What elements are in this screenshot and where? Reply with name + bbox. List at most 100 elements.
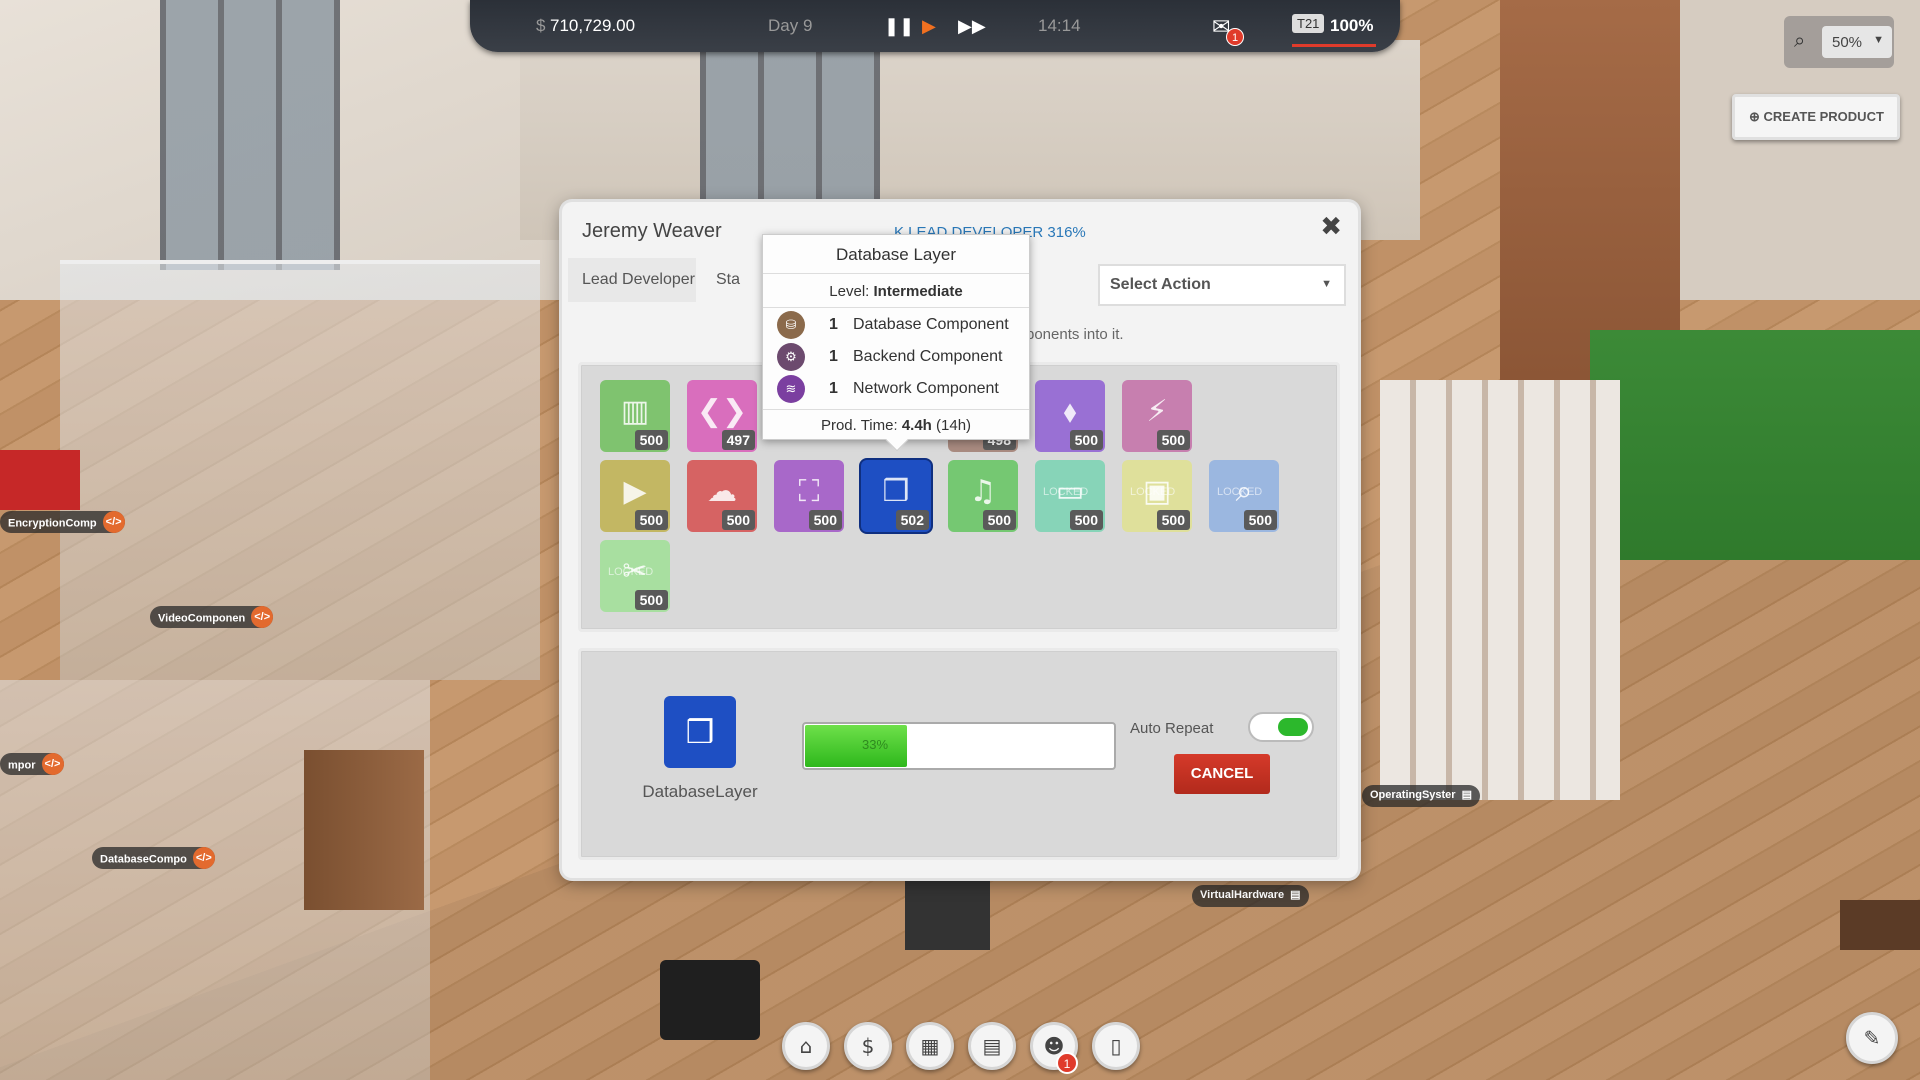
glass-partition-left: [60, 260, 540, 680]
component-tile[interactable]: ⚡︎ 500: [1122, 380, 1192, 452]
tile-count: 500: [1243, 510, 1277, 530]
progress-bar: 33%: [802, 722, 1116, 770]
tile-count: 500: [1156, 510, 1190, 530]
cancel-button[interactable]: CANCEL: [1174, 754, 1270, 794]
building-button[interactable]: ▯: [1092, 1022, 1140, 1070]
window-left: [160, 0, 340, 270]
zoom-select[interactable]: 50% ▼: [1822, 26, 1892, 58]
close-button[interactable]: ✖: [1320, 212, 1342, 242]
top-hud: $ 710,729.00 Day 9 ❚❚ ▶ ▶▶ 14:14 ✉ 1 T21…: [470, 0, 1400, 52]
auto-repeat-toggle[interactable]: [1248, 712, 1314, 742]
prod-value: 4.4h: [901, 417, 932, 434]
zoom-value: 50%: [1832, 34, 1863, 51]
layout-icon: ▥: [620, 394, 650, 429]
tile-count: 500: [982, 510, 1016, 530]
component-tile[interactable]: ☁ 500: [687, 460, 757, 532]
component-tile[interactable]: ❮❯ 497: [687, 380, 757, 452]
tab-stats[interactable]: Sta: [696, 258, 766, 302]
gears-icon: ⚙: [777, 343, 805, 371]
code-icon: </>: [41, 753, 64, 775]
select-action-label: Select Action: [1110, 276, 1211, 293]
component-tile[interactable]: ⬧ 500: [1035, 380, 1105, 452]
component-tile[interactable]: ❒ 502: [861, 460, 931, 532]
black-armchair: [660, 960, 760, 1040]
component-tile[interactable]: ▶ 500: [600, 460, 670, 532]
tile-count: 502: [895, 510, 929, 530]
component-tooltip: Database Layer Level: Intermediate ⛁ 1 D…: [762, 234, 1030, 452]
tab-label: Lead Developer: [582, 271, 695, 288]
tile-count: 500: [1156, 430, 1190, 450]
component-tile[interactable]: ⌕ LOCKED 500: [1209, 460, 1279, 532]
building-icon: ▯: [1110, 1034, 1122, 1058]
money-value: 710,729.00: [550, 16, 636, 35]
money-icon: $: [861, 1034, 875, 1058]
component-tile[interactable]: ▭ LOCKED 500: [1035, 460, 1105, 532]
grid-button[interactable]: ▦: [906, 1022, 954, 1070]
time-label: 14:14: [1038, 16, 1081, 35]
world-tag-database: DatabaseCompo </>: [92, 847, 215, 869]
component-tile[interactable]: ✂ LOCKED 500: [600, 540, 670, 612]
world-tag-label: mpor: [8, 759, 36, 772]
mail-badge: 1: [1226, 28, 1244, 46]
world-tag-label: VirtualHardware: [1200, 889, 1285, 901]
tooltip-component-row: ⛁ 1 Database Component: [777, 311, 1009, 339]
shop-button[interactable]: ⌂: [782, 1022, 830, 1070]
zoom-icon: ⌕: [1794, 28, 1806, 52]
money-button[interactable]: $: [844, 1022, 892, 1070]
component-name: Backend Component: [853, 348, 1003, 365]
cabinet: [304, 750, 424, 910]
calendar-button[interactable]: ▤: [968, 1022, 1016, 1070]
plus-circle-icon: ⊕: [1749, 109, 1760, 124]
select-action-dropdown[interactable]: Select Action ▼: [1098, 264, 1346, 306]
tile-count: 500: [1069, 510, 1103, 530]
fast-forward-button[interactable]: ▶▶: [958, 16, 986, 37]
cubes-icon: ❒: [882, 474, 910, 509]
prod-label: Prod. Time:: [820, 417, 898, 434]
component-tile[interactable]: ▣ LOCKED 500: [1122, 460, 1192, 532]
locked-label: LOCKED: [1217, 486, 1263, 498]
component-name: Database Component: [853, 316, 1009, 333]
database-icon: ⛁: [777, 311, 805, 339]
settings-button[interactable]: ✎: [1846, 1012, 1898, 1064]
grass: [1590, 330, 1920, 560]
tab-lead-developer[interactable]: Lead Developer: [568, 258, 696, 302]
progress-text: 33%: [862, 737, 889, 752]
day-label: Day 9: [768, 16, 813, 35]
right-window-wall: [1380, 380, 1620, 800]
cloud-download-icon: ☁: [707, 474, 737, 509]
world-tag-label: VideoComponen: [158, 612, 246, 625]
zoom-control[interactable]: ⌕ 50% ▼: [1784, 16, 1894, 68]
tooltip-component-row: ⚙ 1 Backend Component: [777, 343, 1002, 371]
component-tile[interactable]: ♫ 500: [948, 460, 1018, 532]
wifi-icon: ≋: [777, 375, 805, 403]
tier-bar: [1292, 44, 1376, 47]
cancel-label: CANCEL: [1190, 765, 1254, 782]
world-tag-mpor: mpor </>: [0, 753, 64, 775]
server-icon: ▤: [1461, 789, 1472, 801]
shop-icon: ⌂: [799, 1034, 813, 1058]
employee-name: Jeremy Weaver: [582, 220, 722, 242]
chevron-down-icon: ▼: [1321, 278, 1332, 290]
locked-label: LOCKED: [1130, 486, 1176, 498]
tier-badge: T21: [1292, 14, 1325, 33]
tooltip-component-row: ≋ 1 Network Component: [777, 375, 999, 403]
producing-icon: ❒: [664, 696, 736, 768]
red-sofa: [0, 450, 80, 510]
component-qty: 1: [829, 348, 838, 365]
component-name: Network Component: [853, 380, 999, 397]
component-tile[interactable]: ⛶ 500: [774, 460, 844, 532]
world-tag-vhw: VirtualHardware ▤: [1192, 885, 1309, 907]
component-tile[interactable]: ▥ 500: [600, 380, 670, 452]
tooltip-divider: [763, 273, 1029, 274]
auto-repeat-label: Auto Repeat: [1130, 720, 1214, 737]
create-product-button[interactable]: ⊕ CREATE PRODUCT: [1732, 94, 1900, 140]
play-button[interactable]: ▶: [922, 16, 936, 37]
toggle-knob: [1278, 718, 1308, 736]
tile-count: 500: [634, 430, 668, 450]
window-center: [700, 40, 880, 210]
tile-count: 500: [634, 590, 668, 610]
progress-fill: [805, 725, 908, 767]
world-tag-label: DatabaseCompo: [100, 853, 187, 866]
pause-button[interactable]: ❚❚: [884, 16, 914, 37]
tooltip-level: Level: Intermediate: [763, 283, 1029, 300]
